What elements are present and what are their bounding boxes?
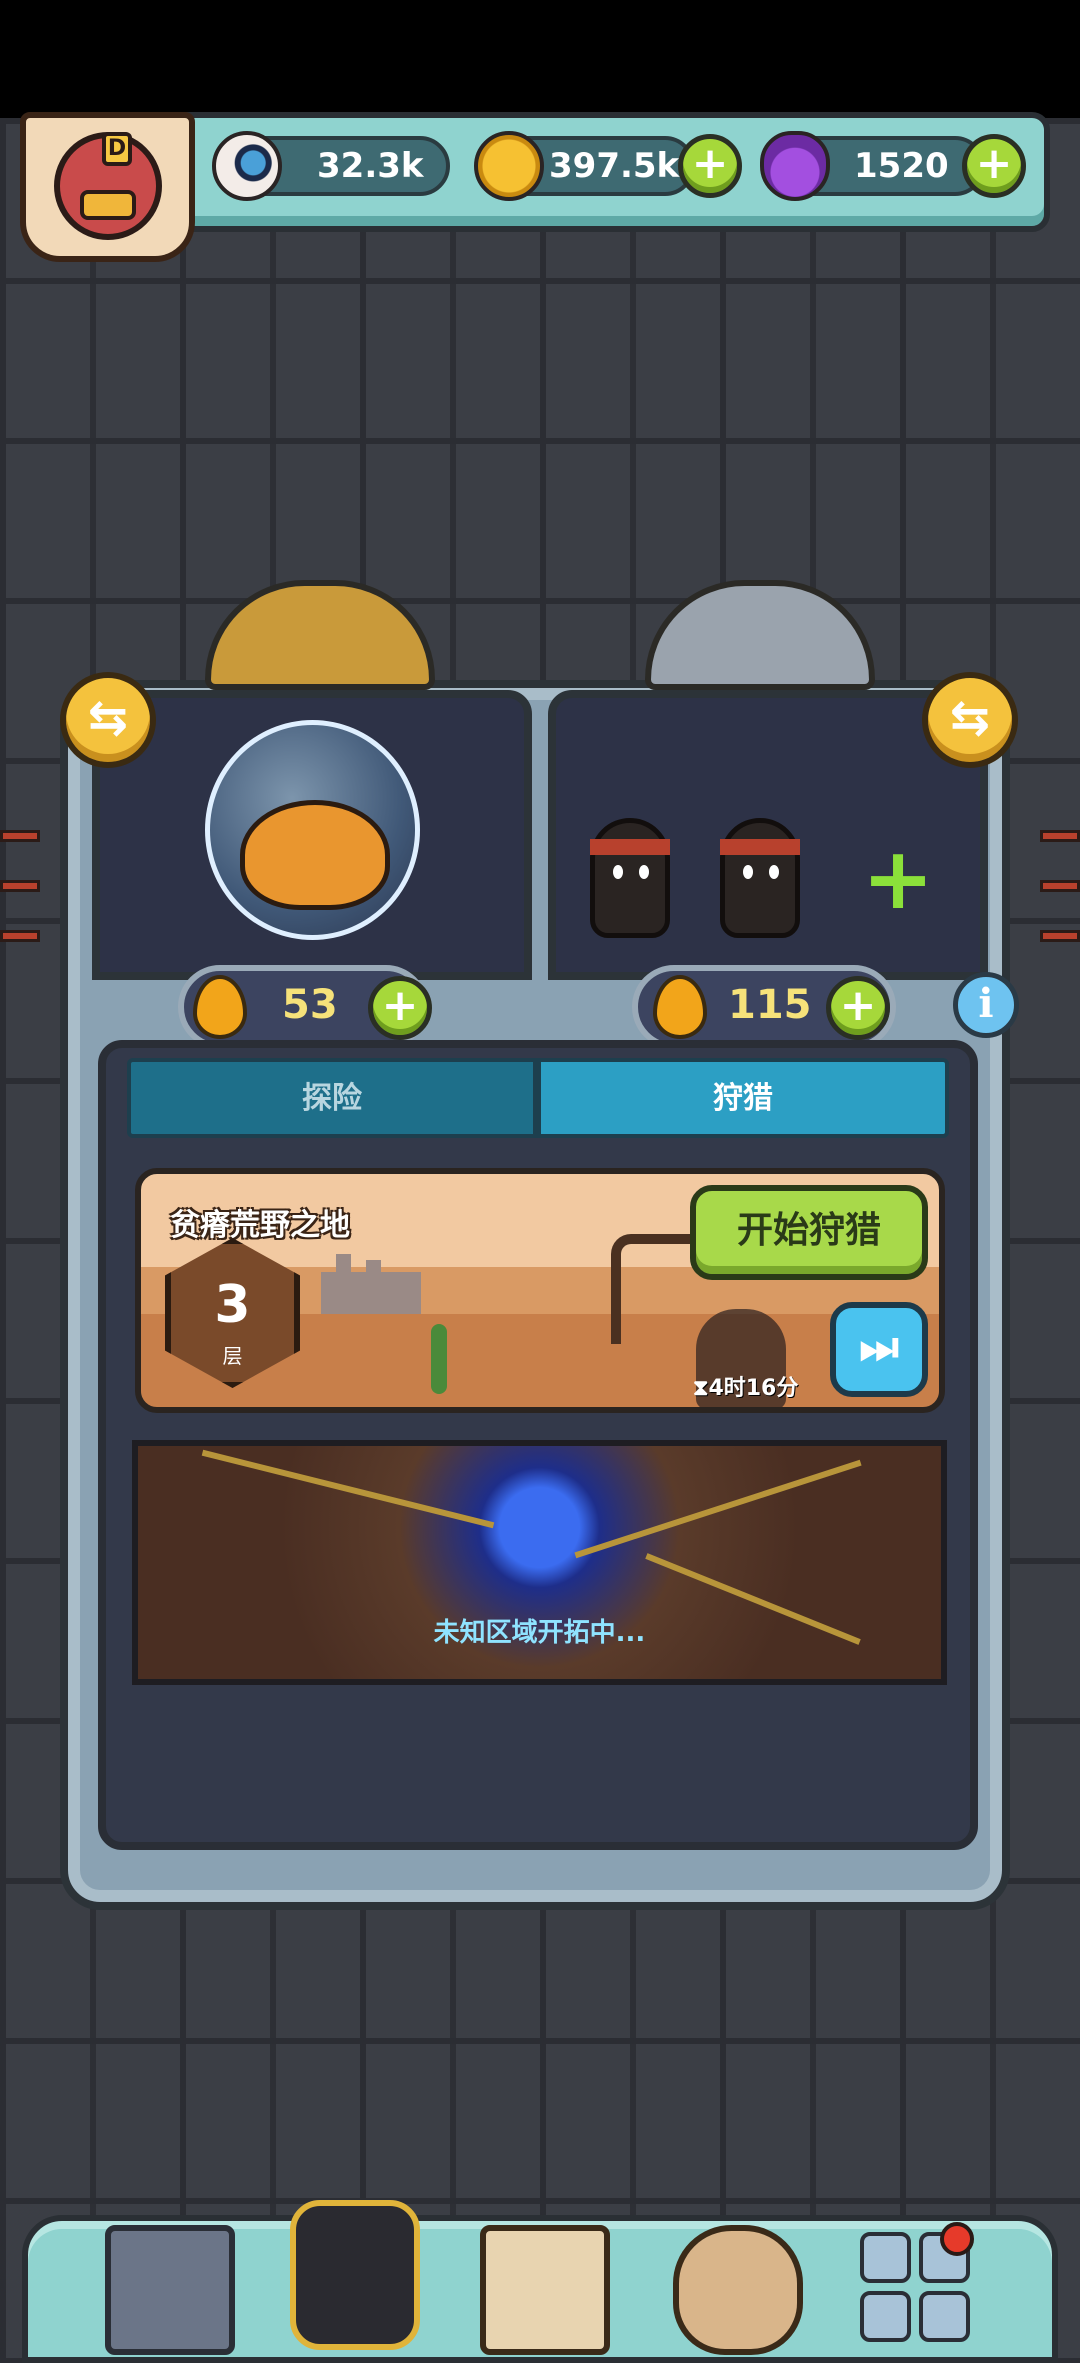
eyeball-icon bbox=[212, 131, 282, 201]
energy-value-right: 115 bbox=[728, 982, 812, 1028]
mole-eye bbox=[613, 865, 623, 879]
skip-button[interactable]: ⏭ bbox=[830, 1302, 928, 1397]
castle-silhouette bbox=[321, 1254, 421, 1314]
pipe-decoration bbox=[0, 930, 40, 942]
add-coins-button[interactable]: + bbox=[678, 134, 742, 198]
swap-left-button[interactable]: ⇆ bbox=[60, 672, 156, 768]
coin-icon bbox=[474, 131, 544, 201]
chain-decoration bbox=[574, 1459, 862, 1559]
potion-icon bbox=[760, 131, 830, 201]
floor-unit: 层 bbox=[222, 1344, 243, 1368]
stage-name: 贫瘠荒野之地 bbox=[170, 1208, 350, 1243]
chain-decoration bbox=[201, 1449, 495, 1529]
tab-explore[interactable]: 探险 bbox=[127, 1058, 537, 1138]
avatar-monster-icon: D bbox=[54, 132, 162, 240]
add-energy-left-button[interactable]: + bbox=[368, 976, 432, 1040]
add-energy-right-button[interactable]: + bbox=[826, 976, 890, 1040]
cactus-icon bbox=[431, 1324, 447, 1394]
rank-badge: D bbox=[102, 132, 132, 166]
swap-right-button[interactable]: ⇆ bbox=[922, 672, 1018, 768]
mole-eye bbox=[769, 865, 779, 879]
hamster-mount-icon bbox=[240, 800, 390, 910]
start-hunt-button[interactable]: 开始狩猎 bbox=[690, 1185, 928, 1280]
pipe-decoration bbox=[1040, 930, 1080, 942]
hunter-mole-icon[interactable] bbox=[720, 818, 800, 938]
pipe-decoration bbox=[0, 880, 40, 892]
mole-eye bbox=[639, 865, 649, 879]
grid-cell bbox=[860, 2291, 911, 2342]
unknown-area-text: 未知区域开拓中... bbox=[433, 1618, 646, 1648]
nav-base-icon[interactable] bbox=[105, 2225, 235, 2355]
energy-value-left: 53 bbox=[282, 982, 338, 1028]
eyes-value: 32.3k bbox=[317, 146, 424, 186]
grid-cell bbox=[860, 2232, 911, 2283]
pipe-decoration bbox=[0, 830, 40, 842]
nav-book-icon[interactable] bbox=[480, 2225, 610, 2355]
status-bar bbox=[0, 0, 1080, 118]
mole-eye bbox=[743, 865, 753, 879]
add-potions-button[interactable]: + bbox=[962, 134, 1026, 198]
coins-value: 397.5k bbox=[549, 146, 680, 186]
player-avatar[interactable]: D bbox=[20, 112, 195, 262]
notification-dot bbox=[940, 2222, 974, 2256]
info-button[interactable]: i bbox=[953, 972, 1019, 1038]
tab-hunt[interactable]: 狩猎 bbox=[537, 1058, 949, 1138]
hunter-mole-icon[interactable] bbox=[590, 818, 670, 938]
floor-number: 3 bbox=[214, 1275, 251, 1335]
pipe-decoration bbox=[1040, 830, 1080, 842]
nav-bag-icon[interactable] bbox=[673, 2225, 803, 2355]
potions-value: 1520 bbox=[854, 146, 949, 186]
hunt-timer: ⧗4时16分 bbox=[693, 1376, 799, 1401]
headband bbox=[720, 839, 800, 855]
mode-tabs: 探险 狩猎 bbox=[127, 1058, 949, 1138]
headband bbox=[590, 839, 670, 855]
nav-hunt-icon[interactable] bbox=[290, 2200, 420, 2350]
pipe-decoration bbox=[1040, 880, 1080, 892]
avatar-grill bbox=[80, 190, 136, 220]
add-hunter-button[interactable]: + bbox=[862, 836, 934, 922]
grid-cell bbox=[919, 2291, 970, 2342]
